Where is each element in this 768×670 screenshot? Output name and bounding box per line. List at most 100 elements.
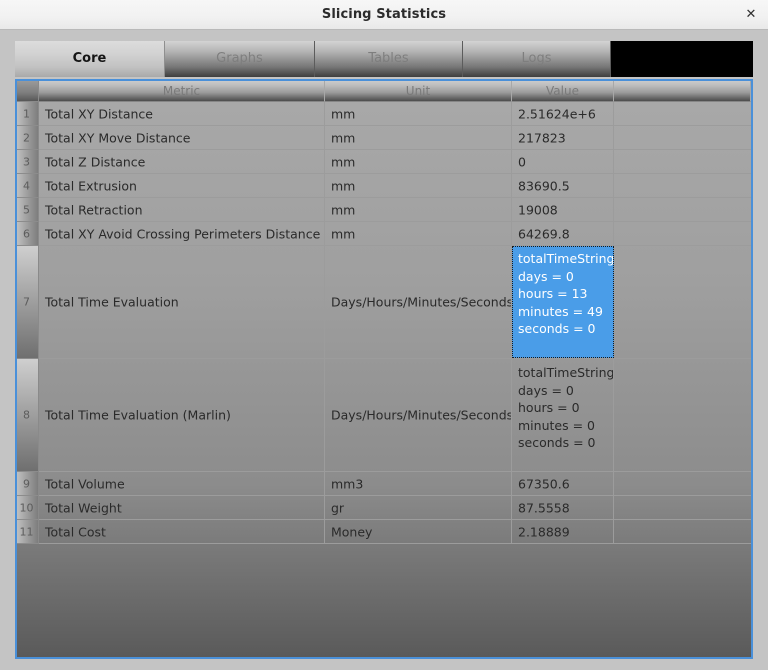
row-number: 3 <box>23 155 30 168</box>
cell-text: Total Cost <box>45 523 106 539</box>
row-header[interactable]: 6 <box>17 222 39 246</box>
table-row: Total Time Evaluation Days/Hours/Minutes/… <box>39 246 751 359</box>
cell-metric[interactable]: Total XY Distance <box>39 102 325 125</box>
cell-unit[interactable]: mm <box>325 126 512 149</box>
cell-unit[interactable]: mm <box>325 102 512 125</box>
row-header[interactable]: 5 <box>17 198 39 222</box>
column-header-unit[interactable]: Unit <box>325 81 512 102</box>
slicing-statistics-window: Slicing Statistics ✕ Core Graphs Tables Log… <box>0 0 768 670</box>
cell-value[interactable]: 64269.8 <box>512 222 614 245</box>
table-row: Total Cost Money 2.18889 <box>39 520 751 544</box>
tab-tables[interactable]: Tables <box>315 41 463 77</box>
cell-unit[interactable]: mm <box>325 150 512 173</box>
cell-value[interactable]: totalTimeString days = 0 hours = 13 minu… <box>512 246 614 358</box>
row-header[interactable]: 2 <box>17 126 39 150</box>
tab-strip-blank-area <box>611 41 753 77</box>
cell-value[interactable]: 2.51624e+6 <box>512 102 614 125</box>
cell-filler <box>614 520 751 543</box>
table-row: Total XY Avoid Crossing Perimeters Dista… <box>39 222 751 246</box>
row-number: 5 <box>23 203 30 216</box>
cell-metric[interactable]: Total XY Avoid Crossing Perimeters Dista… <box>39 222 325 245</box>
cell-metric[interactable]: Total Retraction <box>39 198 325 221</box>
statistics-table[interactable]: Metric Unit Value 1 2 3 4 5 6 7 8 9 10 11 Total XY D… <box>15 79 753 659</box>
table-corner-header[interactable] <box>17 81 39 102</box>
cell-text: mm <box>331 129 356 145</box>
tab-graphs[interactable]: Graphs <box>165 41 315 77</box>
cell-text: 19008 <box>518 201 558 217</box>
row-header[interactable]: 9 <box>17 472 39 496</box>
tab-label: Graphs <box>216 51 263 66</box>
cell-filler <box>614 246 751 358</box>
cell-value[interactable]: 87.5558 <box>512 496 614 519</box>
cell-unit[interactable]: Money <box>325 520 512 543</box>
column-header-blank[interactable] <box>614 81 751 102</box>
cell-unit[interactable]: mm <box>325 222 512 245</box>
tab-logs[interactable]: Logs <box>463 41 611 77</box>
row-number: 4 <box>23 179 30 192</box>
cell-metric[interactable]: Total Extrusion <box>39 174 325 197</box>
cell-text: 0 <box>518 153 526 169</box>
cell-unit[interactable]: Days/Hours/Minutes/Seconds <box>325 246 512 358</box>
tab-label: Core <box>72 51 107 66</box>
cell-text: Total Time Evaluation <box>45 294 179 310</box>
cell-value[interactable]: 2.18889 <box>512 520 614 543</box>
cell-unit[interactable]: gr <box>325 496 512 519</box>
cell-unit[interactable]: mm <box>325 174 512 197</box>
cell-text: Total Time Evaluation (Marlin) <box>45 407 231 423</box>
cell-text: mm <box>331 153 356 169</box>
cell-value[interactable]: 83690.5 <box>512 174 614 197</box>
cell-filler <box>614 174 751 197</box>
row-header[interactable]: 1 <box>17 102 39 126</box>
row-header[interactable]: 8 <box>17 359 39 472</box>
row-header[interactable]: 3 <box>17 150 39 174</box>
row-header-column: 1 2 3 4 5 6 7 8 9 10 11 <box>17 102 39 544</box>
cell-value[interactable]: 19008 <box>512 198 614 221</box>
column-header-value[interactable]: Value <box>512 81 614 102</box>
cell-text: 87.5558 <box>518 499 570 515</box>
cell-text: totalTimeString days = 0 hours = 13 minu… <box>518 251 614 336</box>
row-number: 10 <box>19 501 34 514</box>
cell-value[interactable]: 217823 <box>512 126 614 149</box>
cell-text: Total XY Distance <box>45 105 153 121</box>
cell-text: totalTimeString days = 0 hours = 0 minut… <box>518 365 614 450</box>
row-number: 1 <box>23 107 30 120</box>
tab-core[interactable]: Core <box>15 41 165 77</box>
row-header[interactable]: 10 <box>17 496 39 520</box>
cell-unit[interactable]: Days/Hours/Minutes/Seconds <box>325 359 512 471</box>
cell-metric[interactable]: Total Z Distance <box>39 150 325 173</box>
cell-text: gr <box>331 499 345 515</box>
table-row: Total XY Move Distance mm 217823 <box>39 126 751 150</box>
title-bar: Slicing Statistics ✕ <box>0 0 768 30</box>
cell-unit[interactable]: mm3 <box>325 472 512 495</box>
tab-label: Logs <box>521 51 552 66</box>
cell-metric[interactable]: Total Time Evaluation <box>39 246 325 358</box>
table-row: Total XY Distance mm 2.51624e+6 <box>39 102 751 126</box>
row-header[interactable]: 4 <box>17 174 39 198</box>
cell-value[interactable]: 0 <box>512 150 614 173</box>
cell-text: 217823 <box>518 129 566 145</box>
column-header-row: Metric Unit Value <box>39 81 751 102</box>
cell-metric[interactable]: Total Time Evaluation (Marlin) <box>39 359 325 471</box>
cell-text: mm3 <box>331 475 364 491</box>
cell-metric[interactable]: Total Weight <box>39 496 325 519</box>
cell-unit[interactable]: mm <box>325 198 512 221</box>
cell-filler <box>614 150 751 173</box>
cell-value[interactable]: totalTimeString days = 0 hours = 0 minut… <box>512 359 614 471</box>
column-header-metric[interactable]: Metric <box>39 81 325 102</box>
row-header[interactable]: 7 <box>17 246 39 359</box>
cell-filler <box>614 102 751 125</box>
cell-text: Total Weight <box>45 499 122 515</box>
row-header[interactable]: 11 <box>17 520 39 544</box>
close-icon[interactable]: ✕ <box>743 7 759 23</box>
window-body: Core Graphs Tables Logs Metric Unit Value 1 2 3… <box>0 30 768 670</box>
table-row: Total Weight gr 87.5558 <box>39 496 751 520</box>
cell-text: 67350.6 <box>518 475 570 491</box>
cell-metric[interactable]: Total Cost <box>39 520 325 543</box>
cell-text: Money <box>331 523 373 539</box>
table-row: Total Z Distance mm 0 <box>39 150 751 174</box>
cell-metric[interactable]: Total XY Move Distance <box>39 126 325 149</box>
cell-value[interactable]: 67350.6 <box>512 472 614 495</box>
cell-text: 64269.8 <box>518 225 570 241</box>
cell-metric[interactable]: Total Volume <box>39 472 325 495</box>
cell-text: mm <box>331 105 356 121</box>
